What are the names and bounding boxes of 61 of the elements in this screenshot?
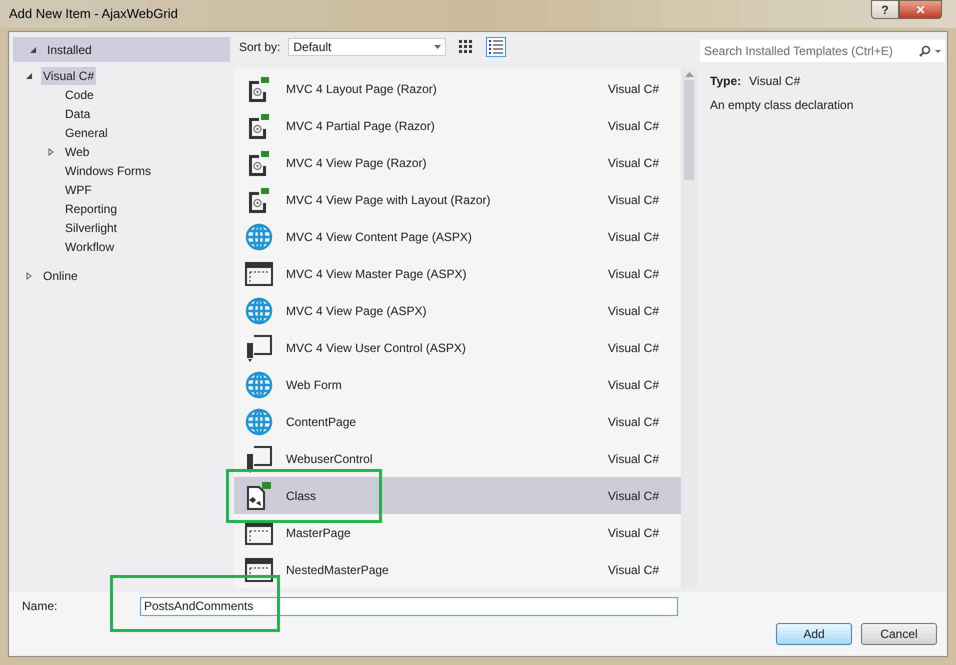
tree-item[interactable]: Online (41, 266, 80, 284)
template-row[interactable]: Class Visual C# (234, 477, 681, 514)
tree-item[interactable]: Data (63, 104, 92, 122)
template-row[interactable]: MVC 4 View Content Page (ASPX) Visual C# (234, 218, 681, 255)
tree-item[interactable]: Visual C# (41, 66, 96, 84)
search-field[interactable]: Search Installed Templates (Ctrl+E) (700, 40, 945, 62)
tree-item[interactable]: Windows Forms (63, 162, 154, 180)
tree-item[interactable]: Installed (45, 40, 94, 58)
list-view-button[interactable] (486, 37, 506, 57)
help-button[interactable]: ? (871, 0, 899, 19)
tree-item[interactable]: Silverlight (63, 218, 120, 236)
globe-icon (245, 408, 273, 436)
template-row[interactable]: ContentPage Visual C# (234, 403, 681, 440)
razor-page-icon (246, 186, 272, 212)
tree-item[interactable]: Reporting (63, 200, 120, 218)
window-title: Add New Item - AjaxWebGrid (9, 5, 179, 24)
class-file-icon (244, 480, 274, 510)
template-row[interactable]: MVC 4 View Page (ASPX) Visual C# (234, 292, 681, 329)
template-row[interactable]: Web Form Visual C# (234, 366, 681, 403)
sort-dropdown[interactable]: Default (288, 38, 446, 56)
template-row[interactable]: MVC 4 View Page with Layout (Razor) Visual C# (234, 181, 681, 218)
template-row[interactable]: MVC 4 View Page (Razor) Visual C# (234, 144, 681, 181)
scrollbar[interactable] (681, 68, 697, 588)
tree-item[interactable]: WPF (63, 180, 94, 198)
dropdown-arrow-icon (434, 45, 442, 49)
search-icon (919, 45, 931, 57)
name-label: Name: (22, 598, 58, 615)
razor-page-icon (246, 150, 272, 176)
template-row[interactable]: MasterPage Visual C# (234, 514, 681, 551)
razor-page-icon (246, 76, 272, 102)
collapsed-arrow-icon[interactable] (47, 148, 55, 156)
tree-item[interactable]: Web (63, 142, 92, 160)
scrollbar-thumb[interactable] (684, 80, 694, 180)
globe-icon (245, 296, 273, 324)
sort-label: Sort by: (239, 39, 280, 56)
template-row[interactable]: MVC 4 View Master Page (ASPX) Visual C# (234, 255, 681, 292)
type-label: Type: (710, 73, 742, 90)
cancel-button[interactable]: Cancel (861, 623, 937, 645)
add-button[interactable]: Add (776, 623, 852, 645)
template-row[interactable]: NestedMasterPage Visual C# (234, 551, 681, 588)
tree-item[interactable]: Workflow (63, 238, 116, 256)
collapsed-arrow-icon[interactable] (25, 272, 33, 280)
template-description: An empty class declaration (710, 97, 854, 114)
page-layout-icon (245, 520, 273, 544)
page-layout-icon (245, 558, 273, 582)
template-row[interactable]: MVC 4 Layout Page (Razor) Visual C# (234, 70, 681, 107)
tree-item[interactable]: General (63, 124, 110, 142)
tree-item[interactable]: Code (63, 86, 96, 104)
globe-icon (245, 370, 273, 398)
page-layout-icon (245, 262, 273, 286)
expanded-arrow-icon[interactable] (25, 72, 33, 80)
user-control-icon (245, 334, 273, 362)
dropdown-arrow-icon (935, 50, 941, 52)
template-row[interactable]: MVC 4 View User Control (ASPX) Visual C# (234, 329, 681, 366)
razor-page-icon (246, 112, 272, 138)
globe-icon (245, 222, 273, 250)
name-input[interactable]: PostsAndComments (140, 596, 678, 616)
template-row[interactable]: WebuserControl Visual C# (234, 440, 681, 477)
template-row[interactable]: MVC 4 Partial Page (Razor) Visual C# (234, 107, 681, 144)
type-value: Visual C# (749, 73, 800, 90)
expanded-arrow-icon[interactable] (29, 46, 37, 54)
